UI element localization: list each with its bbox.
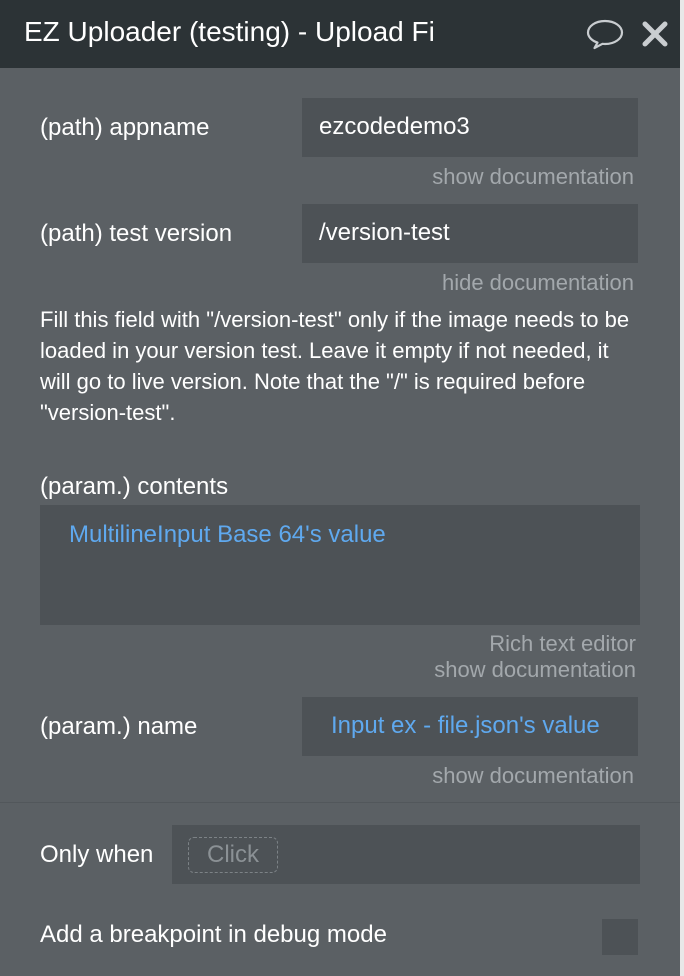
appname-show-documentation-link[interactable]: show documentation bbox=[432, 163, 634, 191]
property-editor-panel: EZ Uploader (testing) - Upload Fi (path)… bbox=[0, 0, 680, 976]
panel-header: EZ Uploader (testing) - Upload Fi bbox=[0, 0, 680, 68]
name-input[interactable]: Input ex - file.json's value bbox=[302, 697, 638, 756]
rich-text-editor-link[interactable]: Rich text editor bbox=[489, 630, 636, 658]
only-when-label: Only when bbox=[40, 841, 154, 868]
close-icon[interactable] bbox=[641, 20, 669, 53]
name-label: (param.) name bbox=[40, 713, 198, 740]
comment-icon[interactable] bbox=[586, 18, 624, 55]
panel-title: EZ Uploader (testing) - Upload Fi bbox=[24, 16, 435, 47]
section-divider bbox=[0, 802, 680, 803]
click-placeholder-chip[interactable]: Click bbox=[188, 837, 278, 873]
test-version-label: (path) test version bbox=[40, 220, 233, 247]
contents-show-documentation-link[interactable]: show documentation bbox=[434, 656, 636, 684]
contents-multiline-input[interactable]: MultilineInput Base 64's value bbox=[40, 505, 640, 625]
appname-input[interactable]: ezcodedemo3 bbox=[302, 98, 638, 157]
test-version-documentation-text: Fill this field with "/version-test" onl… bbox=[40, 307, 630, 425]
test-version-hide-documentation-link[interactable]: hide documentation bbox=[442, 269, 634, 297]
test-version-input[interactable]: /version-test bbox=[302, 204, 638, 263]
breakpoint-checkbox[interactable] bbox=[602, 919, 638, 955]
appname-label: (path) appname bbox=[40, 114, 210, 141]
breakpoint-label: Add a breakpoint in debug mode bbox=[40, 921, 387, 948]
name-show-documentation-link[interactable]: show documentation bbox=[432, 762, 634, 790]
contents-label: (param.) contents bbox=[40, 473, 229, 500]
